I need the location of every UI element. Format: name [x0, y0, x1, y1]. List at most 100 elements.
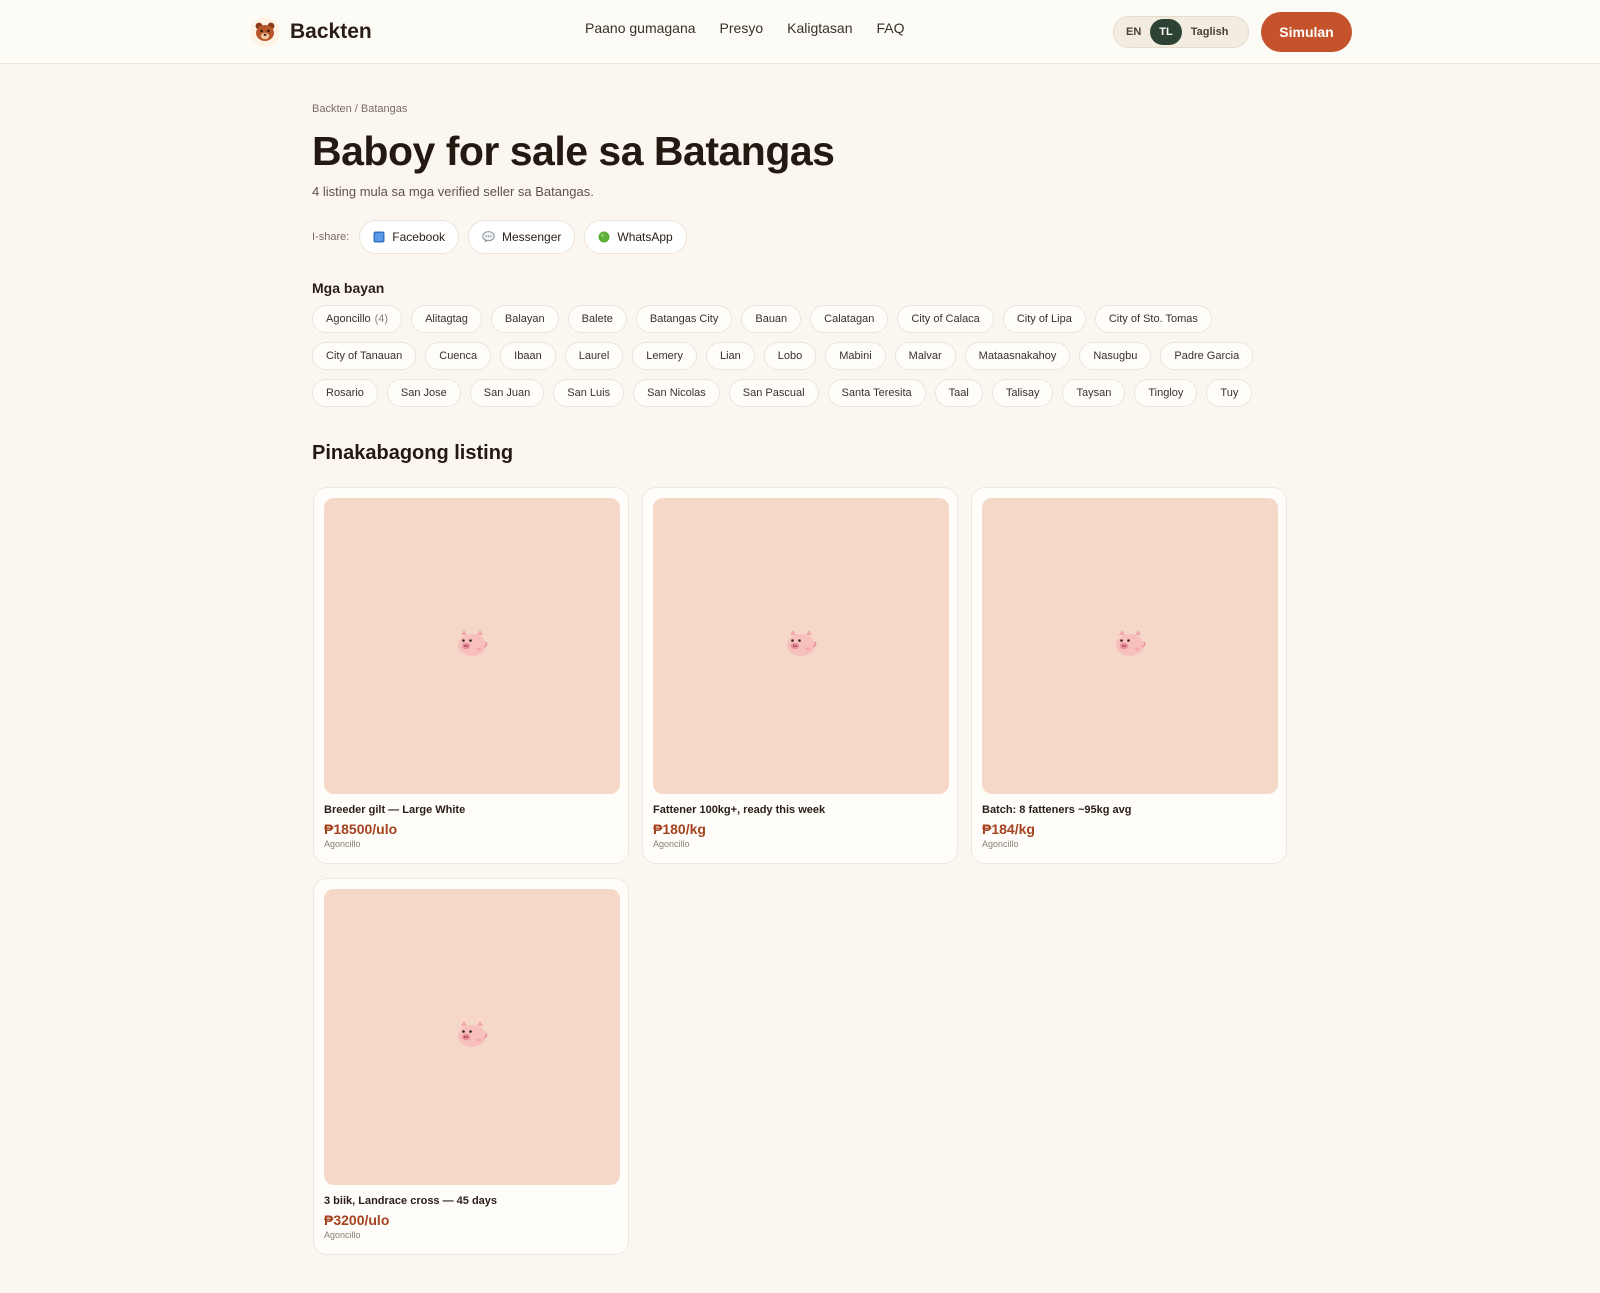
town-chip-label: Laurel [578, 350, 610, 362]
town-chip[interactable]: Agoncillo (4) [312, 305, 403, 333]
town-chip-label: Padre Garcia [1174, 350, 1240, 362]
brand-name: Backten [290, 20, 372, 43]
town-chip[interactable]: San Nicolas [633, 379, 720, 407]
town-chip-label: Mabini [839, 350, 872, 362]
town-chip-label: Ibaan [514, 350, 542, 362]
town-chip-label: City of Tanauan [326, 350, 403, 362]
town-chip[interactable]: Lemery [632, 342, 697, 370]
messenger-icon [482, 231, 495, 243]
town-chip[interactable]: Alitagtag [411, 305, 482, 333]
town-chip-label: Batangas City [649, 313, 719, 325]
bear-logo-icon [250, 17, 280, 47]
town-chip[interactable]: San Jose [386, 379, 461, 407]
town-chip[interactable]: Lian [705, 342, 755, 370]
page-subtitle: 4 listing mula sa mga verified seller sa… [312, 184, 594, 199]
town-chip[interactable]: Taysan [1062, 379, 1126, 407]
lang-option-taglish[interactable]: Taglish [1182, 19, 1238, 45]
listing-title: 3 biik, Landrace cross — 45 days [324, 1195, 498, 1207]
town-chip-label: San Juan [483, 387, 531, 399]
town-chip[interactable]: Nasugbu [1079, 342, 1152, 370]
town-chip[interactable]: Tuy [1206, 379, 1253, 407]
nav-link-faq[interactable]: FAQ [877, 20, 905, 36]
nav-link-pricing[interactable]: Presyo [720, 20, 764, 36]
town-chip-label: City of Lipa [1016, 313, 1072, 325]
town-chip[interactable]: Rosario [312, 379, 378, 407]
pig-icon [455, 1020, 489, 1055]
listing-image-placeholder [982, 498, 1278, 794]
pig-icon [455, 629, 489, 664]
listing-price: ₱184/kg [982, 821, 1035, 837]
listing-image-placeholder [324, 889, 620, 1185]
listings-heading: Pinakabagong listing [312, 442, 514, 464]
whatsapp-icon [598, 231, 610, 243]
listing-card[interactable]: Breeder gilt — Large White ₱18500/ulo Ag… [313, 487, 629, 864]
town-chip-label: San Jose [400, 387, 447, 399]
nav-link-safety[interactable]: Kaligtasan [787, 20, 852, 36]
town-chip[interactable]: Bauan [741, 305, 802, 333]
listing-title: Breeder gilt — Large White [324, 804, 466, 816]
town-chip[interactable]: Taal [934, 379, 983, 407]
town-chip[interactable]: Tingloy [1134, 379, 1198, 407]
listing-price: ₱180/kg [653, 821, 706, 837]
listing-image-placeholder [653, 498, 949, 794]
nav-link-how-it-works[interactable]: Paano gumagana [585, 20, 696, 36]
town-chip[interactable]: Lobo [763, 342, 817, 370]
listing-town: Agoncillo [982, 839, 1019, 849]
town-chip[interactable]: Cuenca [425, 342, 492, 370]
town-chip-list: Agoncillo (4) Alitagtag Balayan Balete Batang… [312, 305, 1312, 407]
lang-option-tl[interactable]: TL [1150, 19, 1182, 45]
town-chip[interactable]: Talisay [991, 379, 1054, 407]
town-chip[interactable]: Malvar [894, 342, 956, 370]
listing-grid: Breeder gilt — Large White ₱18500/ulo Ag… [313, 487, 1288, 1255]
listing-town: Agoncillo [324, 839, 361, 849]
town-chip[interactable]: San Juan [469, 379, 545, 407]
share-messenger-button[interactable]: Messenger [468, 220, 576, 254]
town-chip[interactable]: City of Tanauan [312, 342, 417, 370]
share-facebook-label: Facebook [392, 230, 445, 244]
town-chip-label: Agoncillo [326, 313, 371, 325]
town-chip-label: Cuenca [439, 350, 478, 362]
town-chip[interactable]: City of Calaca [897, 305, 994, 333]
town-chip[interactable]: City of Lipa [1002, 305, 1086, 333]
town-chip-label: Rosario [326, 387, 364, 399]
breadcrumb[interactable]: Backten / Batangas [312, 103, 407, 115]
town-chip[interactable]: Calatagan [810, 305, 889, 333]
town-chip-label: Mataasnakahoy [978, 350, 1057, 362]
share-whatsapp-button[interactable]: WhatsApp [584, 220, 687, 254]
listing-title: Batch: 8 fatteners ~95kg avg [982, 804, 1132, 816]
town-chip-label: Calatagan [824, 313, 875, 325]
main-nav: Paano gumagana Presyo Kaligtasan FAQ [585, 20, 905, 36]
listing-card[interactable]: Batch: 8 fatteners ~95kg avg ₱184/kg Ago… [971, 487, 1287, 864]
listing-card[interactable]: 3 biik, Landrace cross — 45 days ₱3200/u… [313, 878, 629, 1255]
town-chip[interactable]: Batangas City [635, 305, 733, 333]
town-chip[interactable]: Balete [567, 305, 627, 333]
listing-price: ₱3200/ulo [324, 1212, 390, 1228]
town-chip[interactable]: Laurel [564, 342, 624, 370]
lang-option-en[interactable]: EN [1117, 19, 1150, 45]
town-chip[interactable]: Padre Garcia [1160, 342, 1254, 370]
top-navbar: Backten Paano gumagana Presyo Kaligtasan… [0, 0, 1600, 64]
town-chip[interactable]: City of Sto. Tomas [1094, 305, 1212, 333]
start-button[interactable]: Simulan [1261, 12, 1352, 52]
share-facebook-button[interactable]: Facebook [359, 220, 459, 254]
listing-title: Fattener 100kg+, ready this week [653, 804, 826, 816]
listing-card[interactable]: Fattener 100kg+, ready this week ₱180/kg… [642, 487, 958, 864]
town-chip-label: Lian [719, 350, 741, 362]
town-chip[interactable]: Santa Teresita [827, 379, 926, 407]
town-chip-label: Lemery [646, 350, 683, 362]
town-chip-label: San Nicolas [647, 387, 706, 399]
town-chip[interactable]: Ibaan [500, 342, 556, 370]
town-chip[interactable]: Mabini [825, 342, 886, 370]
town-chip[interactable]: San Pascual [728, 379, 819, 407]
brand[interactable]: Backten [250, 17, 372, 47]
language-switcher: EN TL Taglish [1113, 16, 1249, 48]
town-chip-label: City of Calaca [911, 313, 980, 325]
listing-town: Agoncillo [324, 1230, 361, 1240]
town-chip[interactable]: San Luis [553, 379, 625, 407]
town-chip[interactable]: Balayan [490, 305, 559, 333]
town-chip-label: Santa Teresita [841, 387, 912, 399]
town-chip-label: City of Sto. Tomas [1108, 313, 1198, 325]
town-chip-label: Balayan [504, 313, 545, 325]
town-chip[interactable]: Mataasnakahoy [964, 342, 1071, 370]
town-chip-count: (4) [374, 313, 389, 325]
